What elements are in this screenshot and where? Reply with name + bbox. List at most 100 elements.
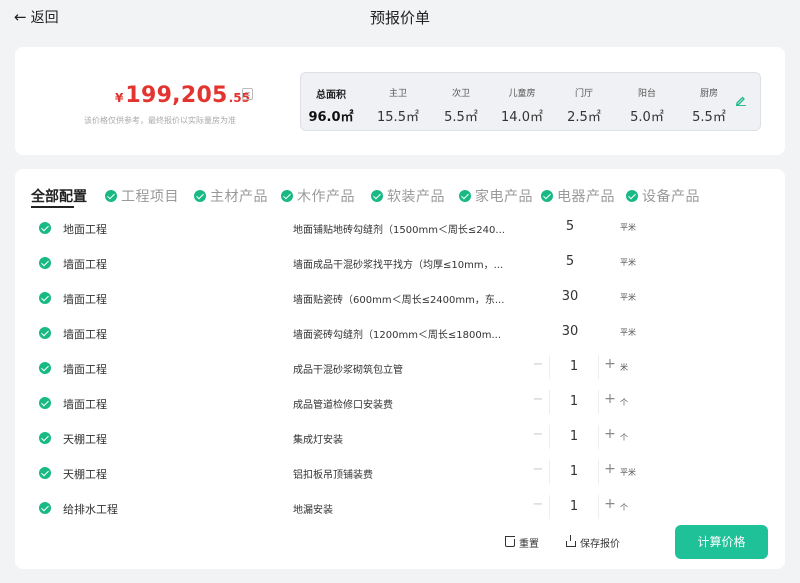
row-category: 地面工程 — [63, 223, 107, 236]
area-label: 厨房 — [699, 89, 718, 99]
price-detail-icon[interactable] — [242, 88, 253, 100]
tab-engineering[interactable]: 工程项目 — [105, 186, 179, 206]
top-bar: ← 返回 预报价单 — [0, 0, 800, 34]
area-value: 5.5㎡ — [692, 110, 726, 125]
tab-soft-furnishing[interactable]: 软装产品 — [371, 186, 445, 206]
check-circle-icon[interactable] — [39, 222, 51, 234]
check-circle-icon[interactable] — [39, 327, 51, 339]
check-circle-icon — [194, 190, 206, 202]
row-item: 铝扣板吊顶铺装费 — [293, 470, 373, 481]
total-price: ¥ 199,205 .55 — [115, 83, 250, 108]
area-value: 5.5㎡ — [444, 110, 478, 125]
tab-woodwork[interactable]: 木作产品 — [281, 186, 355, 206]
check-circle-icon[interactable] — [39, 397, 51, 409]
tab-label: 木作产品 — [297, 189, 355, 205]
table-row: 墙面工程 墙面瓷砖勾缝剂（1200mm＜周长≤1800m... 30 平米 — [15, 316, 785, 351]
quantity-input[interactable]: 1 — [549, 460, 599, 484]
tab-label: 全部配置 — [31, 189, 87, 205]
tab-label: 设备产品 — [642, 189, 700, 205]
currency-symbol: ¥ — [115, 91, 124, 105]
row-unit: 平米 — [620, 468, 636, 477]
decrement-button[interactable]: − — [527, 357, 549, 372]
area-label: 阳台 — [637, 89, 656, 99]
area-label: 门厅 — [574, 89, 593, 99]
row-quantity: 5 — [565, 254, 575, 269]
row-unit: 平米 — [620, 293, 636, 302]
row-item: 地漏安装 — [293, 505, 333, 516]
price-note: 该价格仅供参考，最终报价以实际量房为准 — [84, 116, 236, 125]
table-row: 墙面工程 成品管道检修口安装费 − 1 + 个 — [15, 386, 785, 421]
check-circle-icon — [281, 190, 293, 202]
quantity-input[interactable]: 1 — [549, 390, 599, 414]
row-category: 天棚工程 — [63, 433, 107, 446]
page-title: 预报价单 — [369, 9, 430, 27]
quantity-input[interactable]: 1 — [549, 425, 599, 449]
quantity-stepper: − 1 + — [527, 355, 621, 379]
pencil-icon[interactable] — [735, 96, 747, 106]
table-row: 天棚工程 铝扣板吊顶铺装费 − 1 + 平米 — [15, 456, 785, 491]
row-quantity: 30 — [561, 324, 579, 339]
row-unit: 平米 — [620, 223, 636, 232]
check-circle-icon — [541, 190, 553, 202]
row-quantity: 30 — [561, 289, 579, 304]
check-circle-icon — [105, 190, 117, 202]
row-category: 天棚工程 — [63, 468, 107, 481]
price-integer: 199,205 — [125, 83, 228, 108]
area-value: 5.0㎡ — [630, 110, 664, 125]
row-item: 地面铺贴地砖勾缝剂（1500mm＜周长≤240... — [293, 225, 505, 236]
check-circle-icon[interactable] — [39, 502, 51, 514]
decrement-button[interactable]: − — [527, 462, 549, 477]
area-value: 96.0㎡ — [308, 110, 354, 125]
decrement-button[interactable]: − — [527, 427, 549, 442]
row-quantity: 5 — [565, 219, 575, 234]
check-circle-icon[interactable] — [39, 257, 51, 269]
increment-button[interactable]: + — [599, 496, 621, 512]
reset-button[interactable]: 重置 — [505, 535, 539, 550]
calculate-price-button[interactable]: 计算价格 — [675, 525, 768, 559]
check-circle-icon[interactable] — [39, 432, 51, 444]
row-unit: 个 — [620, 503, 628, 512]
decrement-button[interactable]: − — [527, 392, 549, 407]
check-circle-icon[interactable] — [39, 362, 51, 374]
tab-label: 电器产品 — [557, 189, 615, 205]
table-row: 天棚工程 集成灯安装 − 1 + 个 — [15, 421, 785, 456]
decrement-button[interactable]: − — [527, 497, 549, 512]
table-row: 墙面工程 成品干混砂浆砌筑包立管 − 1 + 米 — [15, 351, 785, 386]
active-tab-indicator — [31, 206, 74, 208]
check-circle-icon[interactable] — [39, 292, 51, 304]
tab-label: 主材产品 — [210, 189, 268, 205]
row-item: 集成灯安装 — [293, 435, 343, 446]
save-label: 保存报价 — [580, 539, 620, 550]
save-quote-button[interactable]: 保存报价 — [566, 535, 620, 550]
check-circle-icon — [371, 190, 383, 202]
area-summary: 总面积 96.0㎡ 主卫 15.5㎡ 次卫 5.5㎡ 儿童房 14.0㎡ 门厅 … — [300, 72, 761, 131]
increment-button[interactable]: + — [599, 426, 621, 442]
row-category: 墙面工程 — [63, 293, 107, 306]
tab-equipment[interactable]: 设备产品 — [626, 186, 700, 206]
table-row: 地面工程 地面铺贴地砖勾缝剂（1500mm＜周长≤240... 5 平米 — [15, 211, 785, 246]
tab-label: 家电产品 — [475, 189, 533, 205]
check-circle-icon[interactable] — [39, 467, 51, 479]
tab-main-materials[interactable]: 主材产品 — [194, 186, 268, 206]
area-label: 儿童房 — [508, 89, 536, 99]
row-category: 墙面工程 — [63, 258, 107, 271]
row-item: 成品干混砂浆砌筑包立管 — [293, 365, 403, 376]
tab-all[interactable]: 全部配置 — [31, 186, 87, 206]
quantity-input[interactable]: 1 — [549, 495, 599, 519]
tab-electrical[interactable]: 电器产品 — [541, 186, 615, 206]
check-circle-icon — [459, 190, 471, 202]
row-item: 墙面成品干混砂浆找平找方（均厚≤10mm，... — [293, 260, 504, 271]
row-item: 墙面瓷砖勾缝剂（1200mm＜周长≤1800m... — [293, 330, 502, 341]
increment-button[interactable]: + — [599, 461, 621, 477]
download-icon — [566, 535, 576, 547]
area-value: 14.0㎡ — [501, 110, 543, 125]
area-value: 15.5㎡ — [377, 110, 419, 125]
tab-appliances[interactable]: 家电产品 — [459, 186, 533, 206]
quantity-stepper: − 1 + — [527, 425, 621, 449]
row-unit: 个 — [620, 433, 628, 442]
reset-label: 重置 — [519, 539, 539, 550]
increment-button[interactable]: + — [599, 356, 621, 372]
quantity-input[interactable]: 1 — [549, 355, 599, 379]
table-row: 墙面工程 墙面成品干混砂浆找平找方（均厚≤10mm，... 5 平米 — [15, 246, 785, 281]
increment-button[interactable]: + — [599, 391, 621, 407]
